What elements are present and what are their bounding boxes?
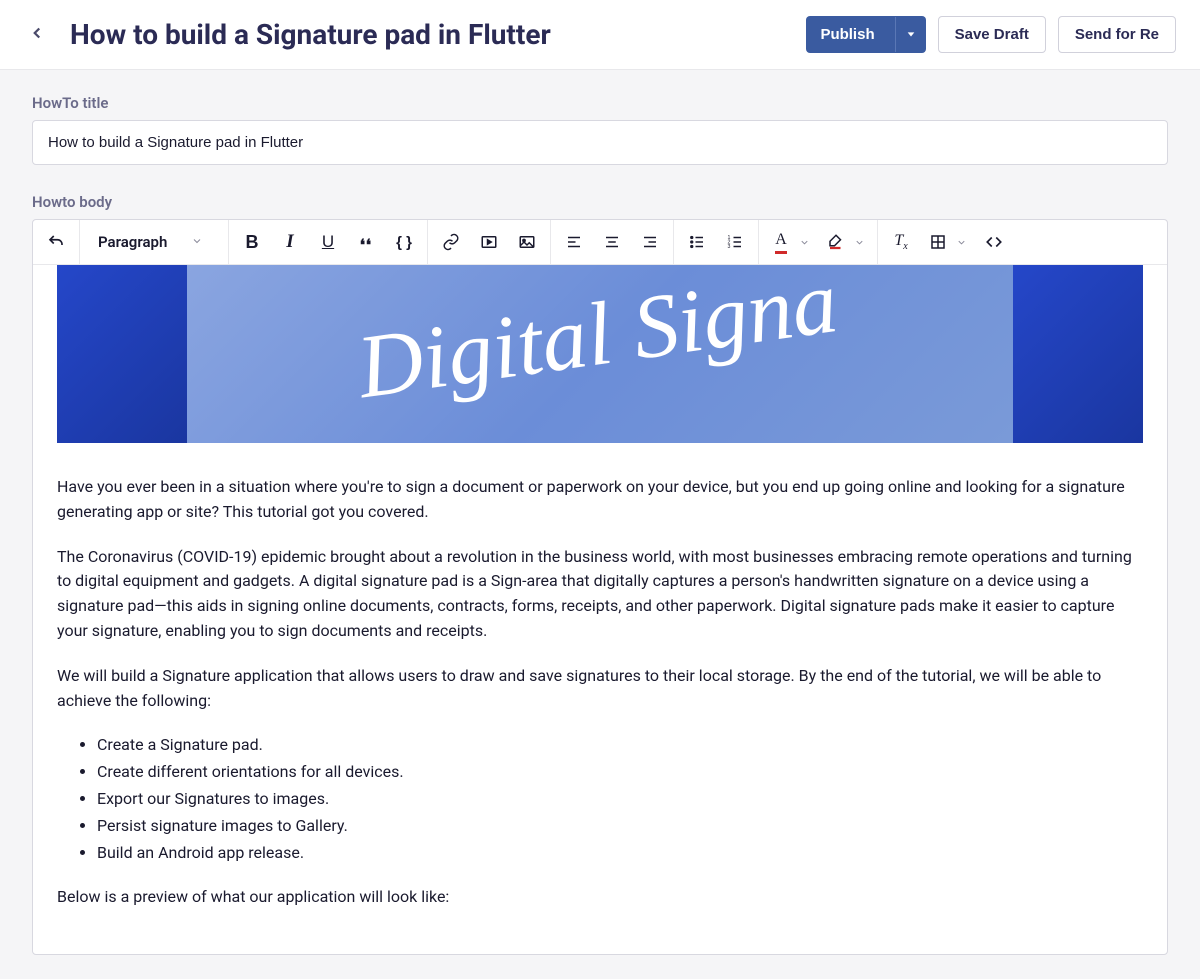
rich-text-editor: Paragraph B I U { } — [32, 219, 1168, 955]
publish-button[interactable]: Publish — [806, 16, 925, 53]
send-for-review-button[interactable]: Send for Re — [1058, 16, 1176, 53]
article-content: Have you ever been in a situation where … — [57, 475, 1143, 910]
list-item: Persist signature images to Gallery. — [97, 814, 1143, 839]
header-actions: Publish Save Draft Send for Re — [806, 16, 1176, 53]
bold-button[interactable]: B — [233, 220, 271, 264]
image-button[interactable] — [508, 220, 546, 264]
editor-toolbar: Paragraph B I U { } — [33, 220, 1167, 265]
align-right-button[interactable] — [631, 220, 669, 264]
blockquote-button[interactable] — [347, 220, 385, 264]
text-color-button[interactable]: A — [763, 220, 818, 264]
hero-image[interactable]: Digital Signa — [57, 265, 1143, 443]
bullet-list-button[interactable] — [678, 220, 716, 264]
hero-side-left — [57, 265, 187, 443]
publish-dropdown-caret[interactable] — [895, 17, 926, 52]
block-format-select[interactable]: Paragraph — [84, 220, 224, 264]
howto-title-label: HowTo title — [32, 94, 1168, 112]
chevron-down-icon — [850, 233, 869, 252]
code-block-button[interactable]: { } — [385, 220, 423, 264]
link-button[interactable] — [432, 220, 470, 264]
chevron-down-icon — [795, 233, 814, 252]
publish-label: Publish — [806, 17, 888, 52]
undo-button[interactable] — [37, 220, 75, 264]
block-format-label: Paragraph — [98, 233, 167, 251]
back-button[interactable] — [24, 18, 50, 52]
editor-body[interactable]: Digital Signa Have you ever been in a si… — [33, 265, 1167, 954]
align-left-button[interactable] — [555, 220, 593, 264]
paragraph: The Coronavirus (COVID-19) epidemic brou… — [57, 545, 1143, 644]
svg-text:3: 3 — [728, 244, 731, 250]
list-item: Create different orientations for all de… — [97, 760, 1143, 785]
code-button[interactable] — [975, 220, 1013, 264]
howto-body-label: Howto body — [32, 193, 1168, 211]
list-item: Create a Signature pad. — [97, 733, 1143, 758]
save-draft-button[interactable]: Save Draft — [938, 16, 1046, 53]
chevron-down-icon — [191, 233, 203, 251]
paragraph: We will build a Signature application th… — [57, 664, 1143, 714]
clear-formatting-button[interactable]: Tx — [882, 220, 920, 264]
list-item: Export our Signatures to images. — [97, 787, 1143, 812]
hero-side-right — [1013, 265, 1143, 443]
header-bar: How to build a Signature pad in Flutter … — [0, 0, 1200, 70]
chevron-down-icon — [952, 233, 971, 252]
header-left: How to build a Signature pad in Flutter — [24, 18, 551, 52]
table-button[interactable] — [920, 220, 975, 264]
numbered-list-button[interactable]: 123 — [716, 220, 754, 264]
italic-button[interactable]: I — [271, 220, 309, 264]
underline-button[interactable]: U — [309, 220, 347, 264]
page-title: How to build a Signature pad in Flutter — [70, 18, 551, 51]
list-item: Build an Android app release. — [97, 841, 1143, 866]
align-center-button[interactable] — [593, 220, 631, 264]
video-button[interactable] — [470, 220, 508, 264]
highlight-color-button[interactable] — [818, 220, 873, 264]
paragraph: Have you ever been in a situation where … — [57, 475, 1143, 525]
paragraph: Below is a preview of what our applicati… — [57, 885, 1143, 910]
content-area: HowTo title Howto body Paragraph B I — [0, 70, 1200, 979]
feature-list: Create a Signature pad. Create different… — [97, 733, 1143, 865]
hero-center: Digital Signa — [187, 265, 1013, 443]
signature-text: Digital Signa — [351, 265, 843, 419]
howto-title-input[interactable] — [32, 120, 1168, 165]
